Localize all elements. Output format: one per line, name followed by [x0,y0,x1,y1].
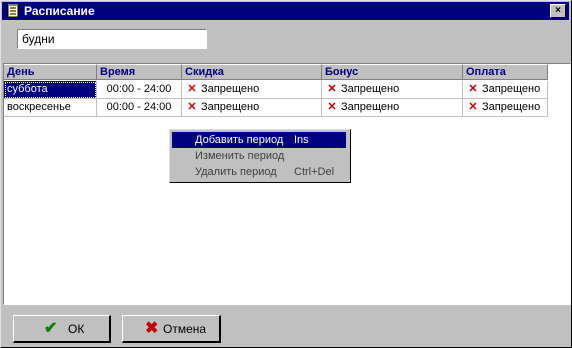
schedule-window: Расписание × День Время Скидка Бонус Опл… [0,0,572,348]
column-header-bonus[interactable]: Бонус [322,64,463,80]
schedule-name-input[interactable] [17,29,207,49]
x-icon: ✕ [327,83,337,95]
column-header-time[interactable]: Время [97,64,182,80]
context-menu: Добавить период Ins Изменить период Удал… [169,129,351,183]
menu-item-edit-period[interactable]: Изменить период [172,148,346,164]
ok-button[interactable]: ✔ ОК [13,315,111,343]
menu-item-add-period[interactable]: Добавить период Ins [172,132,346,148]
notepad-icon [5,3,21,19]
x-icon: ✕ [468,101,478,113]
x-icon: ✕ [327,101,337,113]
column-header-day[interactable]: День [4,64,97,80]
payment-cell[interactable]: ✕ Запрещено [463,81,548,99]
bonus-cell[interactable]: ✕ Запрещено [322,99,463,117]
schedule-table[interactable]: День Время Скидка Бонус Оплата суббота 0… [3,63,571,305]
time-cell[interactable]: 00:00 - 24:00 [97,81,182,99]
x-icon: ✕ [187,83,197,95]
check-icon: ✔ [44,320,58,337]
column-header-payment[interactable]: Оплата [463,64,548,80]
table-row[interactable]: воскресенье 00:00 - 24:00 ✕ Запрещено ✕ За… [4,99,548,117]
menu-item-shortcut: Ctrl+Del [294,166,335,178]
x-icon: ✕ [468,83,478,95]
cancel-button[interactable]: ✖ Отмена [122,315,221,343]
menu-item-label: Изменить период [195,150,285,162]
x-icon: ✕ [187,101,197,113]
table-header: День Время Скидка Бонус Оплата [4,64,548,81]
x-icon: ✖ [145,320,159,337]
day-cell[interactable]: воскресенье [4,99,97,117]
discount-cell[interactable]: ✕ Запрещено [182,81,322,99]
menu-item-shortcut: Ins [294,134,309,146]
ok-label: ОК [68,322,85,336]
discount-cell[interactable]: ✕ Запрещено [182,99,322,117]
close-button[interactable]: × [550,4,566,18]
bonus-value: Запрещено [341,83,400,95]
payment-value: Запрещено [482,83,541,95]
discount-value: Запрещено [201,83,260,95]
payment-value: Запрещено [482,101,541,113]
menu-item-label: Удалить период [195,166,277,178]
window-title: Расписание [24,4,95,18]
bonus-cell[interactable]: ✕ Запрещено [322,81,463,99]
menu-item-label: Добавить период [195,134,284,146]
bonus-value: Запрещено [341,101,400,113]
payment-cell[interactable]: ✕ Запрещено [463,99,548,117]
cancel-label: Отмена [163,322,207,336]
menu-item-delete-period[interactable]: Удалить период Ctrl+Del [172,164,346,180]
discount-value: Запрещено [201,101,260,113]
time-cell[interactable]: 00:00 - 24:00 [97,99,182,117]
column-header-discount[interactable]: Скидка [182,64,322,80]
day-cell[interactable]: суббота [4,81,97,99]
table-row[interactable]: суббота 00:00 - 24:00 ✕ Запрещено ✕ Запрещ… [4,81,548,99]
title-bar[interactable]: Расписание × [2,2,569,20]
